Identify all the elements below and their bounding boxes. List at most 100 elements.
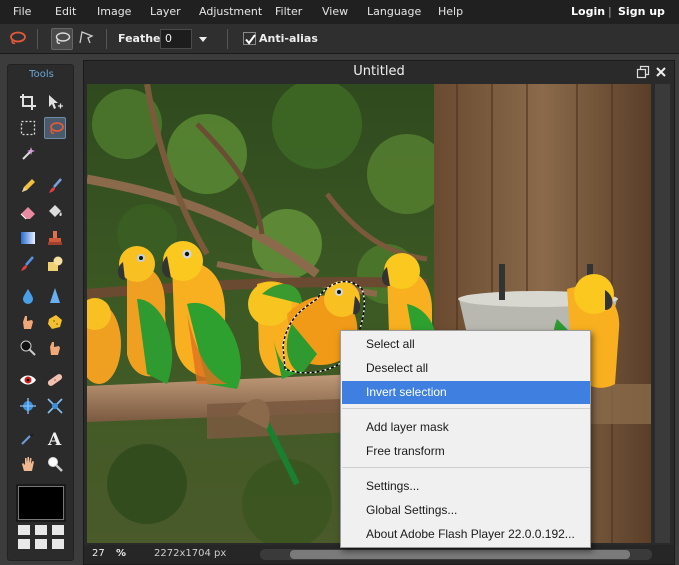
eyedropper-icon: [21, 433, 34, 445]
bloat-icon: [20, 398, 36, 414]
red-eye-tool-button[interactable]: [17, 369, 39, 391]
magic-wand-icon: [22, 147, 35, 160]
menu-help[interactable]: Help: [438, 0, 463, 24]
feather-dropdown-button[interactable]: [195, 29, 211, 49]
color-picker-tool-button[interactable]: [17, 427, 39, 449]
login-link[interactable]: Login: [571, 0, 605, 24]
horizontal-scrollbar-thumb[interactable]: [290, 550, 630, 559]
red-eye-icon: [20, 375, 36, 385]
burn-hand-icon: [50, 342, 60, 355]
view-grid-cell[interactable]: [35, 539, 47, 549]
water-drop-icon: [23, 289, 33, 304]
menu-file[interactable]: File: [13, 0, 31, 24]
menu-bar: File Edit Image Layer Adjustment Filter …: [0, 0, 679, 24]
polygon-lasso-mode-button[interactable]: [76, 28, 98, 50]
document-title: Untitled: [353, 64, 405, 79]
image-dimensions: 2272x1704 px: [154, 548, 227, 559]
tools-panel: Tools A: [7, 64, 74, 561]
sponge-icon: [48, 315, 62, 329]
menu-layer[interactable]: Layer: [150, 0, 181, 24]
options-separator: [227, 29, 228, 49]
tool-options-bar: Feather: 0 Anti-alias: [0, 24, 679, 54]
menu-view[interactable]: View: [322, 0, 348, 24]
ctx-settings[interactable]: Settings...: [342, 475, 590, 498]
type-tool-button[interactable]: A: [44, 427, 66, 449]
ctx-deselect-all[interactable]: Deselect all: [342, 357, 590, 380]
color-replace-tool-button[interactable]: [17, 253, 39, 275]
crop-icon: [20, 94, 36, 110]
drawing-tool-button[interactable]: [44, 253, 66, 275]
brush-tool-button[interactable]: [44, 175, 66, 197]
pinch-tool-button[interactable]: [44, 395, 66, 417]
hand-tool-button[interactable]: [17, 453, 39, 475]
eraser-tool-button[interactable]: [17, 201, 39, 223]
bloat-tool-button[interactable]: [17, 395, 39, 417]
sharpen-tool-button[interactable]: [44, 285, 66, 307]
primary-color-swatch[interactable]: [16, 484, 66, 522]
menu-filter[interactable]: Filter: [275, 0, 302, 24]
context-menu: Select all Deselect all Invert selection…: [340, 330, 591, 548]
maximize-icon[interactable]: [636, 65, 650, 79]
ctx-invert-selection[interactable]: Invert selection: [342, 381, 590, 404]
color-replace-icon: [21, 256, 34, 271]
feather-input[interactable]: 0: [160, 29, 192, 49]
gradient-tool-button[interactable]: [17, 227, 39, 249]
move-icon: [49, 95, 63, 109]
options-separator: [106, 29, 107, 49]
gradient-icon: [21, 232, 35, 244]
menu-image[interactable]: Image: [97, 0, 131, 24]
ctx-global-settings[interactable]: Global Settings...: [342, 499, 590, 522]
svg-text:A: A: [47, 430, 62, 447]
view-grid-cell[interactable]: [18, 525, 30, 535]
clone-stamp-tool-button[interactable]: [44, 227, 66, 249]
dodge-icon: [20, 340, 36, 356]
brush-icon: [49, 178, 62, 193]
close-icon[interactable]: [654, 65, 668, 79]
ctx-select-all[interactable]: Select all: [342, 333, 590, 356]
ctx-free-transform[interactable]: Free transform: [342, 440, 590, 463]
ctx-about-flash-player[interactable]: About Adobe Flash Player 22.0.0.192...: [342, 523, 590, 546]
vertical-scrollbar[interactable]: [655, 84, 670, 543]
options-separator: [37, 29, 38, 49]
view-grid-cell[interactable]: [52, 539, 64, 549]
marquee-tool-button[interactable]: [17, 117, 39, 139]
bucket-tool-button[interactable]: [44, 201, 66, 223]
sharpen-icon: [50, 288, 60, 303]
move-tool-button[interactable]: [44, 91, 66, 113]
menu-adjustment[interactable]: Adjustment: [199, 0, 262, 24]
ctx-add-layer-mask[interactable]: Add layer mask: [342, 416, 590, 439]
lasso-tool-button[interactable]: [44, 117, 66, 139]
blur-tool-button[interactable]: [17, 285, 39, 307]
lasso-tool-indicator-icon: [6, 28, 28, 50]
pencil-icon: [22, 179, 35, 192]
anti-alias-label: Anti-alias: [259, 32, 318, 45]
checkmark-icon: [245, 34, 256, 45]
view-grid-cell[interactable]: [52, 525, 64, 535]
anti-alias-checkbox[interactable]: [243, 32, 256, 45]
lasso-mode-button[interactable]: [51, 28, 73, 50]
magnifier-icon: [48, 457, 63, 472]
bandage-icon: [47, 374, 63, 386]
ctx-separator: [342, 408, 590, 409]
zoom-value[interactable]: 27: [92, 548, 105, 559]
crop-tool-button[interactable]: [17, 91, 39, 113]
spot-heal-tool-button[interactable]: [44, 369, 66, 391]
burn-tool-button[interactable]: [44, 337, 66, 359]
shapes-icon: [48, 256, 63, 271]
ctx-separator: [342, 467, 590, 468]
signup-link[interactable]: Sign up: [618, 0, 665, 24]
smudge-finger-icon: [23, 316, 33, 329]
tools-panel-title: Tools: [29, 69, 54, 80]
hand-icon: [22, 457, 34, 471]
view-grid-cell[interactable]: [35, 525, 47, 535]
sponge-tool-button[interactable]: [44, 311, 66, 333]
magic-wand-tool-button[interactable]: [17, 143, 39, 165]
paint-bucket-icon: [49, 205, 62, 217]
pencil-tool-button[interactable]: [17, 175, 39, 197]
smudge-tool-button[interactable]: [17, 311, 39, 333]
view-grid-cell[interactable]: [18, 539, 30, 549]
menu-edit[interactable]: Edit: [55, 0, 76, 24]
zoom-tool-button[interactable]: [44, 453, 66, 475]
menu-language[interactable]: Language: [367, 0, 421, 24]
dodge-tool-button[interactable]: [17, 337, 39, 359]
